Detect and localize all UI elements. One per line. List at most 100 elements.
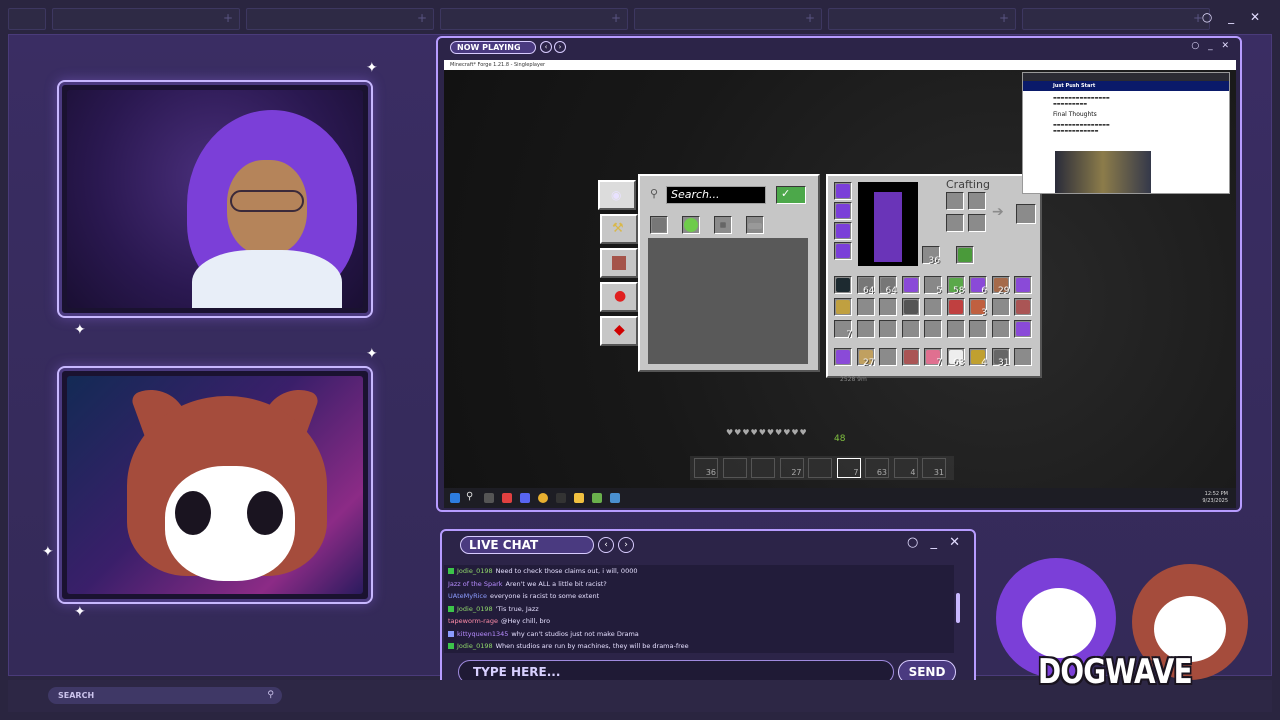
- next-arrow-icon[interactable]: ›: [618, 537, 634, 553]
- hotbar-slot[interactable]: 63: [865, 458, 889, 478]
- tab[interactable]: +: [634, 8, 822, 30]
- hotbar-slot[interactable]: [722, 458, 747, 478]
- app-icon[interactable]: [610, 493, 620, 503]
- inventory-slot[interactable]: 64: [856, 276, 875, 296]
- mc-tab-redstone[interactable]: ◆: [600, 316, 638, 346]
- next-arrow-icon[interactable]: ›: [554, 41, 566, 53]
- chat-username[interactable]: kittyqueen1345: [457, 630, 508, 638]
- inventory-slot[interactable]: [901, 276, 920, 294]
- hotbar-slot[interactable]: 7: [924, 348, 942, 368]
- inventory-slot[interactable]: 64: [879, 276, 897, 296]
- hotbar-slot[interactable]: 31: [991, 348, 1010, 368]
- hotbar-slot[interactable]: [834, 348, 852, 366]
- inventory-slot[interactable]: [650, 216, 668, 234]
- chat-username[interactable]: Jodie_0198: [457, 605, 493, 613]
- inventory-slot[interactable]: [746, 216, 764, 234]
- search-icon[interactable]: ⚲: [267, 687, 274, 704]
- add-tab-icon[interactable]: +: [417, 11, 427, 25]
- inventory-slot[interactable]: [856, 298, 875, 316]
- tab[interactable]: +: [1022, 8, 1210, 30]
- inventory-slot[interactable]: 5: [924, 276, 942, 296]
- app-icon[interactable]: [556, 493, 566, 503]
- tab[interactable]: [8, 8, 46, 30]
- chat-username[interactable]: Jodie_0198: [457, 567, 493, 575]
- window-controls[interactable]: ○ _ ✕: [1191, 41, 1232, 51]
- window-controls[interactable]: ○ _ ✕: [1202, 10, 1266, 24]
- inventory-slot[interactable]: [901, 320, 920, 338]
- hotbar-slot[interactable]: 31: [922, 458, 946, 478]
- hotbar-slot[interactable]: 27: [779, 458, 804, 478]
- inventory-slot[interactable]: [924, 298, 942, 316]
- crafting-result-slot[interactable]: [1016, 204, 1036, 224]
- recipe-book-button[interactable]: [956, 246, 974, 264]
- discord-icon[interactable]: [520, 493, 530, 503]
- inventory-slot[interactable]: [1014, 276, 1032, 294]
- mc-tab-search[interactable]: ◉: [598, 180, 636, 210]
- inventory-slot[interactable]: [682, 216, 700, 234]
- armor-slot-boots[interactable]: [834, 242, 852, 260]
- crafting-slot[interactable]: [946, 214, 964, 232]
- add-tab-icon[interactable]: +: [999, 11, 1009, 25]
- prev-arrow-icon[interactable]: ‹: [540, 41, 552, 53]
- armor-slot-chestplate[interactable]: [834, 202, 852, 220]
- inventory-slot[interactable]: [946, 320, 965, 338]
- mc-tab-building[interactable]: [600, 248, 638, 278]
- chat-username[interactable]: Jazz of the Spark: [448, 580, 503, 588]
- inventory-slot[interactable]: [856, 320, 875, 338]
- add-tab-icon[interactable]: +: [805, 11, 815, 25]
- inventory-slot[interactable]: [834, 298, 852, 316]
- inventory-slot[interactable]: [991, 298, 1010, 316]
- inventory-slot[interactable]: [834, 276, 852, 294]
- hotbar-slot[interactable]: [808, 458, 832, 478]
- folder-icon[interactable]: [574, 493, 584, 503]
- add-tab-icon[interactable]: +: [223, 11, 233, 25]
- crafting-slot[interactable]: [968, 192, 986, 210]
- chat-username[interactable]: Jodie_0198: [457, 642, 493, 650]
- prev-arrow-icon[interactable]: ‹: [598, 537, 614, 553]
- start-icon[interactable]: [450, 493, 460, 503]
- inventory-slot[interactable]: [991, 320, 1010, 338]
- minecraft-icon[interactable]: [592, 493, 602, 503]
- mc-tab-food[interactable]: ●: [600, 282, 638, 312]
- inventory-slot[interactable]: 6: [969, 276, 987, 296]
- inventory-slot[interactable]: [901, 298, 920, 316]
- offhand-slot[interactable]: 36: [922, 246, 940, 266]
- tab[interactable]: +: [440, 8, 628, 30]
- hotbar-slot[interactable]: 4: [969, 348, 987, 368]
- armor-slot-helmet[interactable]: [834, 182, 852, 200]
- inventory-slot[interactable]: [946, 298, 965, 316]
- inventory-slot[interactable]: [924, 320, 942, 338]
- hotbar-slot[interactable]: [879, 348, 897, 366]
- tab[interactable]: +: [52, 8, 240, 30]
- crafting-slot[interactable]: [968, 214, 986, 232]
- inventory-slot[interactable]: [969, 320, 987, 338]
- armor-slot-leggings[interactable]: [834, 222, 852, 240]
- inventory-slot[interactable]: [879, 298, 897, 316]
- mc-tab-tools[interactable]: ⚒: [600, 214, 638, 244]
- inventory-slot[interactable]: 29: [991, 276, 1010, 296]
- inventory-slot[interactable]: [1014, 298, 1032, 316]
- search-icon[interactable]: ⚲: [466, 491, 473, 502]
- inventory-slot[interactable]: 7: [834, 320, 852, 340]
- creative-search-input[interactable]: Search...: [666, 186, 766, 204]
- hotbar-slot[interactable]: 7: [836, 458, 861, 478]
- inventory-slot[interactable]: 58: [946, 276, 965, 296]
- search-input[interactable]: SEARCH ⚲: [48, 687, 282, 704]
- chat-username[interactable]: tapeworm-rage: [448, 617, 498, 625]
- add-tab-icon[interactable]: +: [611, 11, 621, 25]
- chat-username[interactable]: UAteMyRice: [448, 592, 487, 600]
- tab[interactable]: +: [246, 8, 434, 30]
- inventory-slot[interactable]: 3: [969, 298, 987, 318]
- tab[interactable]: +: [828, 8, 1016, 30]
- hotbar-slot[interactable]: [1014, 348, 1032, 366]
- hotbar-slot[interactable]: 4: [893, 458, 918, 478]
- chat-scrollbar[interactable]: [956, 593, 960, 623]
- app-icon[interactable]: [502, 493, 512, 503]
- window-controls[interactable]: ○ _ ✕: [907, 535, 964, 550]
- hotbar-slot[interactable]: 63: [946, 348, 965, 368]
- inventory-slot[interactable]: [879, 320, 897, 338]
- app-icon[interactable]: [484, 493, 494, 503]
- hotbar-slot[interactable]: [751, 458, 775, 478]
- inventory-slot[interactable]: [1014, 320, 1032, 338]
- crafting-slot[interactable]: [946, 192, 964, 210]
